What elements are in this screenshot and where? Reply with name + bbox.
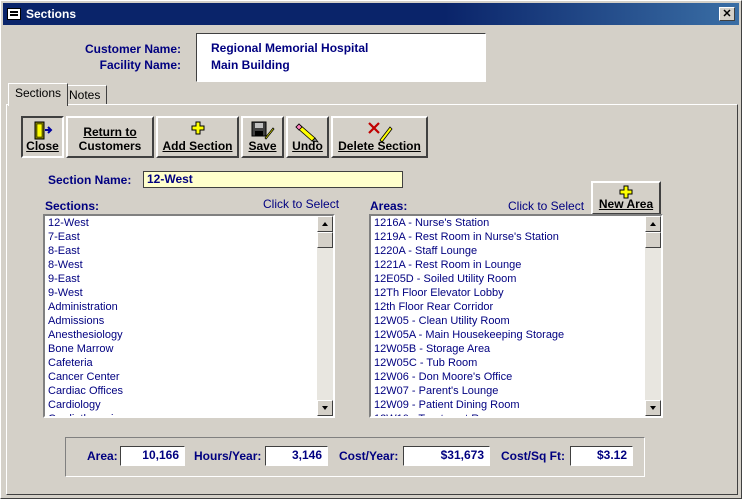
- hours-year-label: Hours/Year:: [194, 449, 262, 463]
- list-item[interactable]: 12W05A - Main Housekeeping Storage: [373, 328, 643, 342]
- list-item[interactable]: Administration: [47, 300, 315, 314]
- undo-label: Undo: [292, 139, 323, 153]
- list-item[interactable]: 9-East: [47, 272, 315, 286]
- list-item[interactable]: Cardiac Offices: [47, 384, 315, 398]
- sections-list-label: Sections:: [45, 199, 100, 213]
- close-button-label: Close: [26, 139, 59, 153]
- cost-sqft-label: Cost/Sq Ft:: [501, 449, 565, 463]
- tab-sections[interactable]: Sections: [8, 83, 69, 106]
- list-item[interactable]: 12W05B - Storage Area: [373, 342, 643, 356]
- scroll-thumb[interactable]: [317, 232, 333, 248]
- plus-icon: [191, 121, 204, 135]
- scroll-thumb[interactable]: [645, 232, 661, 248]
- list-item[interactable]: 12W07 - Parent's Lounge: [373, 384, 643, 398]
- section-name-label: Section Name:: [48, 173, 132, 187]
- list-item[interactable]: 1221A - Rest Room in Lounge: [373, 258, 643, 272]
- cost-year-value: $31,673: [403, 446, 490, 466]
- tab-notes[interactable]: Notes: [62, 85, 108, 105]
- list-item[interactable]: Admissions: [47, 314, 315, 328]
- area-label: Area:: [87, 449, 118, 463]
- delete-section-button[interactable]: Delete Section: [331, 116, 428, 158]
- facility-name-value: Main Building: [211, 58, 290, 72]
- list-item[interactable]: Cafeteria: [47, 356, 315, 370]
- area-value: 10,166: [120, 446, 185, 466]
- undo-button[interactable]: Undo: [286, 116, 329, 158]
- sections-list-items: 12-West 7-East 8-East 8-West 9-East 9-West Adm…: [47, 216, 315, 416]
- window-title: Sections: [26, 7, 77, 21]
- areas-click-hint: Click to Select: [508, 199, 585, 213]
- add-section-button[interactable]: Add Section: [156, 116, 239, 158]
- list-item[interactable]: Cancer Center: [47, 370, 315, 384]
- list-item[interactable]: 12W09 - Patient Dining Room: [373, 398, 643, 412]
- hours-year-value: 3,146: [265, 446, 328, 466]
- list-item[interactable]: 12W05C - Tub Room: [373, 356, 643, 370]
- cost-year-label: Cost/Year:: [339, 449, 399, 463]
- title-bar: Sections ✕: [3, 3, 739, 25]
- sections-scrollbar[interactable]: [317, 216, 333, 416]
- areas-listbox[interactable]: 1216A - Nurse's Station 1219A - Rest Room…: [369, 214, 663, 418]
- list-item[interactable]: 12-West: [47, 216, 315, 230]
- list-item[interactable]: 8-East: [47, 244, 315, 258]
- list-item[interactable]: 12W05 - Clean Utility Room: [373, 314, 643, 328]
- list-item[interactable]: 1220A - Staff Lounge: [373, 244, 643, 258]
- save-button[interactable]: Save: [241, 116, 284, 158]
- sections-listbox[interactable]: 12-West 7-East 8-East 8-West 9-East 9-West Adm…: [43, 214, 335, 418]
- customer-name-value: Regional Memorial Hospital: [211, 41, 369, 55]
- delete-section-label: Delete Section: [338, 139, 421, 153]
- form-icon: [7, 8, 21, 20]
- list-item[interactable]: 12W06 - Don Moore's Office: [373, 370, 643, 384]
- list-item[interactable]: Bone Marrow: [47, 342, 315, 356]
- door-exit-icon: [34, 121, 52, 140]
- list-item[interactable]: 1219A - Rest Room in Nurse's Station: [373, 230, 643, 244]
- close-button[interactable]: Close: [21, 116, 64, 158]
- new-area-label: New Area: [598, 197, 654, 211]
- list-item[interactable]: 8-West: [47, 258, 315, 272]
- customer-info-box: Regional Memorial Hospital Main Building: [196, 33, 486, 82]
- return-label-line1: Return to: [83, 125, 137, 139]
- return-to-customers-button[interactable]: Return to Customers: [66, 116, 154, 158]
- sections-click-hint: Click to Select: [263, 197, 340, 211]
- scroll-down-arrow-icon[interactable]: [317, 400, 333, 416]
- areas-list-items: 1216A - Nurse's Station 1219A - Rest Room…: [373, 216, 643, 416]
- add-section-label: Add Section: [162, 139, 233, 153]
- return-label-line2: Customers: [78, 139, 142, 153]
- list-item[interactable]: 12E05D - Soiled Utility Room: [373, 272, 643, 286]
- window-close-button[interactable]: ✕: [719, 7, 735, 21]
- list-item[interactable]: Cardiothoracic: [47, 412, 315, 416]
- scroll-down-arrow-icon[interactable]: [645, 400, 661, 416]
- list-item[interactable]: Anesthesiology: [47, 328, 315, 342]
- disk-pencil-icon: [251, 121, 275, 140]
- sections-window: Sections ✕ Customer Name: Facility Name:…: [0, 0, 742, 499]
- areas-scrollbar[interactable]: [645, 216, 661, 416]
- scroll-up-arrow-icon[interactable]: [645, 216, 661, 232]
- list-item[interactable]: Cardiology: [47, 398, 315, 412]
- areas-list-label: Areas:: [370, 199, 408, 213]
- list-item[interactable]: 9-West: [47, 286, 315, 300]
- list-item[interactable]: 12th Floor Rear Corridor: [373, 300, 643, 314]
- section-name-field[interactable]: 12-West: [143, 171, 403, 188]
- facility-name-label: Facility Name:: [99, 58, 181, 72]
- list-item[interactable]: 7-East: [47, 230, 315, 244]
- customer-name-label: Customer Name:: [84, 42, 181, 56]
- list-item[interactable]: 1216A - Nurse's Station: [373, 216, 643, 230]
- scroll-up-arrow-icon[interactable]: [317, 216, 333, 232]
- save-label: Save: [248, 139, 277, 153]
- list-item[interactable]: 12W10 - Treatment Room: [373, 412, 643, 416]
- new-area-button[interactable]: New Area: [591, 181, 661, 215]
- cost-sqft-value: $3.12: [570, 446, 633, 466]
- list-item[interactable]: 12Th Floor Elevator Lobby: [373, 286, 643, 300]
